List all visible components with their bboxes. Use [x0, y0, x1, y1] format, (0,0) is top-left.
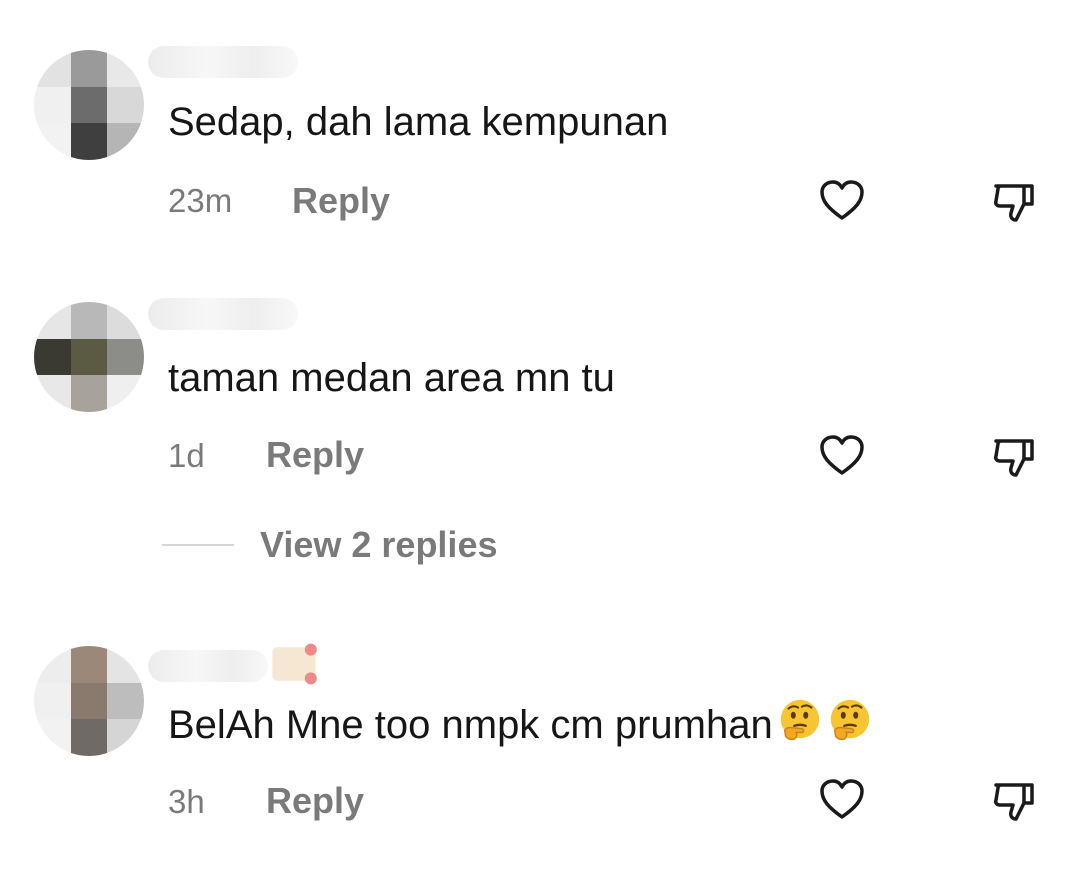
view-replies-button[interactable]: View 2 replies [260, 524, 497, 566]
comment-text: BelAh Mne too nmpk cm prumhan [168, 698, 873, 748]
thumbs-down-icon[interactable] [990, 779, 1038, 823]
avatar[interactable] [34, 646, 144, 756]
avatar[interactable] [34, 50, 144, 160]
comment-time: 3h [168, 783, 205, 820]
reply-button[interactable]: Reply [266, 434, 364, 476]
avatar[interactable] [34, 302, 144, 412]
comment-text: Sedap, dah lama kempunan [168, 100, 669, 144]
username-blurred[interactable] [148, 298, 298, 330]
bow-emoji-icon [272, 643, 317, 685]
thumbs-down-icon[interactable] [990, 435, 1038, 479]
comment-text-content: BelAh Mne too nmpk cm prumhan [168, 703, 773, 747]
thinking-face-icon [830, 699, 869, 741]
replies-divider [162, 544, 234, 546]
comment-text: taman medan area mn tu [168, 356, 615, 400]
reply-button[interactable]: Reply [292, 180, 390, 222]
username-blurred[interactable] [148, 46, 298, 78]
heart-icon[interactable] [818, 178, 866, 222]
comment-time: 1d [168, 437, 205, 474]
reply-button[interactable]: Reply [266, 780, 364, 822]
heart-icon[interactable] [818, 777, 866, 821]
comment-time: 23m [168, 182, 233, 219]
heart-icon[interactable] [818, 433, 866, 477]
thumbs-down-icon[interactable] [990, 180, 1038, 224]
username-blurred[interactable] [148, 650, 268, 682]
thinking-face-icon [780, 699, 819, 741]
